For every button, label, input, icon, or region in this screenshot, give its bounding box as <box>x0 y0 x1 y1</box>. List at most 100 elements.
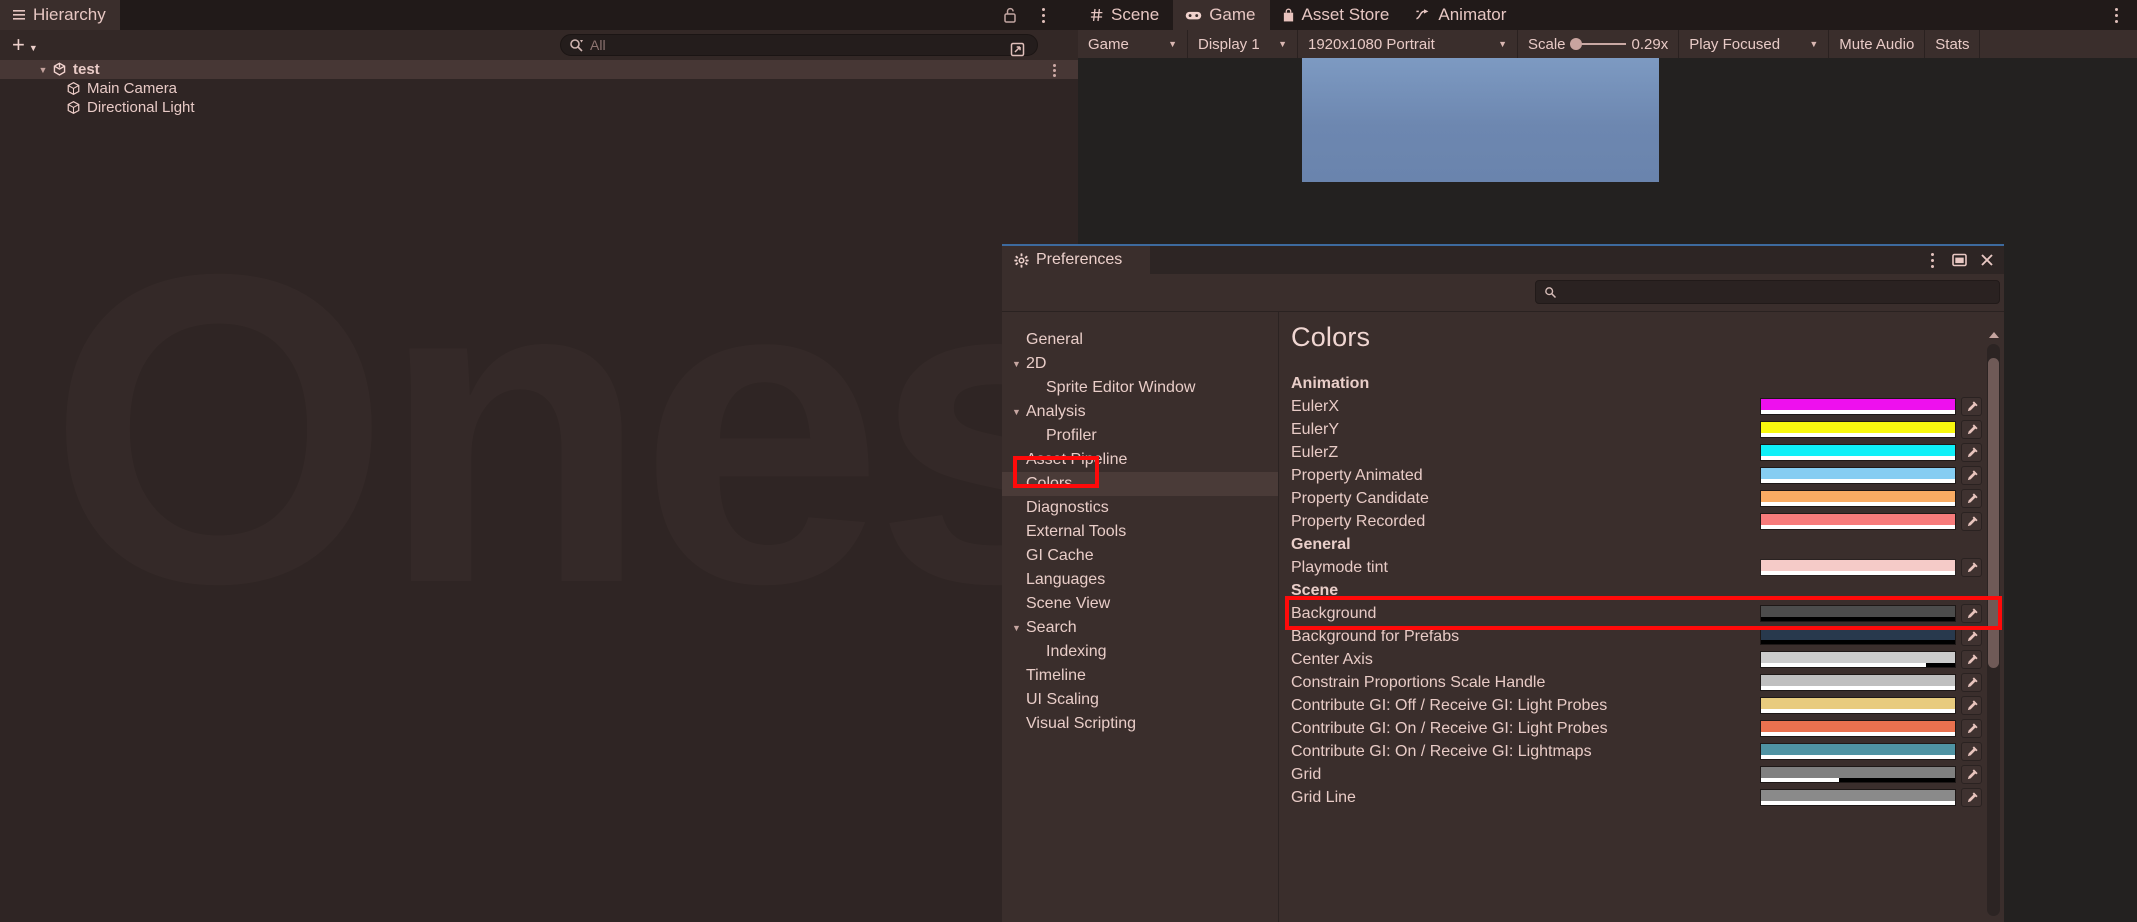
lock-open-icon[interactable] <box>1000 5 1020 25</box>
color-swatch[interactable] <box>1760 766 1956 783</box>
hierarchy-search-input[interactable] <box>590 37 1029 53</box>
preferences-content: Colors Animation EulerX EulerY EulerZ Proper… <box>1279 312 2004 922</box>
color-swatch[interactable] <box>1760 743 1956 760</box>
color-swatch[interactable] <box>1760 559 1956 576</box>
color-swatch[interactable] <box>1760 605 1956 622</box>
mute-audio-button[interactable]: Mute Audio <box>1829 30 1926 58</box>
chevron-down-icon[interactable]: ▼ <box>36 65 50 75</box>
color-swatch[interactable] <box>1760 467 1956 484</box>
eyedropper-icon[interactable] <box>1961 397 1982 416</box>
game-dock-kebab-menu-icon[interactable] <box>2107 3 2125 27</box>
eyedropper-icon[interactable] <box>1961 696 1982 715</box>
color-swatch[interactable] <box>1760 421 1956 438</box>
eyedropper-icon[interactable] <box>1961 788 1982 807</box>
color-swatch[interactable] <box>1760 513 1956 530</box>
tab-game[interactable]: Game <box>1173 0 1270 30</box>
tab-hierarchy[interactable]: Hierarchy <box>0 0 120 30</box>
sidebar-item-gi-cache[interactable]: GI Cache <box>1002 544 1278 568</box>
scale-value: 0.29x <box>1631 35 1669 53</box>
color-swatch[interactable] <box>1760 720 1956 737</box>
scale-slider-knob[interactable] <box>1569 38 1582 50</box>
hierarchy-search-field[interactable] <box>560 34 1038 57</box>
color-group-header: Scene <box>1279 579 2004 602</box>
scale-slider[interactable] <box>1569 38 1626 50</box>
sidebar-item-ui-scaling[interactable]: UI Scaling <box>1002 688 1278 712</box>
color-row-label: Contribute GI: On / Receive GI: Light Pr… <box>1291 719 1608 737</box>
eyedropper-icon[interactable] <box>1961 650 1982 669</box>
chevron-down-icon[interactable]: ▼ <box>1012 623 1026 633</box>
sidebar-item-search[interactable]: ▼ Search <box>1002 616 1278 640</box>
color-swatch-fill <box>1761 606 1955 617</box>
tab-asset-store[interactable]: Asset Store <box>1270 0 1404 30</box>
sidebar-item-visual-scripting[interactable]: Visual Scripting <box>1002 712 1278 736</box>
hierarchy-row-kebab-icon[interactable] <box>1046 62 1062 78</box>
sidebar-item-sprite-editor-window[interactable]: Sprite Editor Window <box>1002 376 1278 400</box>
eyedropper-icon[interactable] <box>1961 443 1982 462</box>
tab-scene[interactable]: Scene <box>1078 0 1173 30</box>
game-target-dropdown[interactable]: Game ▼ <box>1078 30 1188 58</box>
hierarchy-item-test[interactable]: ▼ test <box>0 60 1078 79</box>
scale-control[interactable]: Scale 0.29x <box>1518 30 1680 58</box>
color-swatch-fill <box>1761 744 1955 755</box>
color-swatch[interactable] <box>1760 651 1956 668</box>
resolution-dropdown[interactable]: 1920x1080 Portrait ▼ <box>1298 30 1518 58</box>
sidebar-item-scene-view[interactable]: Scene View <box>1002 592 1278 616</box>
sidebar-item-analysis[interactable]: ▼ Analysis <box>1002 400 1278 424</box>
color-swatch[interactable] <box>1760 398 1956 415</box>
eyedropper-icon[interactable] <box>1961 742 1982 761</box>
preferences-window-buttons <box>1924 246 1996 274</box>
play-mode-dropdown[interactable]: Play Focused ▼ <box>1679 30 1830 58</box>
eyedropper-icon[interactable] <box>1961 420 1982 439</box>
stats-label: Stats <box>1935 35 1970 53</box>
hierarchy-item-label: Main Camera <box>87 80 178 97</box>
color-swatch[interactable] <box>1760 628 1956 645</box>
color-swatch[interactable] <box>1760 674 1956 691</box>
hierarchy-add-button[interactable]: + ▼ <box>6 33 44 57</box>
sidebar-item-external-tools[interactable]: External Tools <box>1002 520 1278 544</box>
sidebar-item-2d[interactable]: ▼ 2D <box>1002 352 1278 376</box>
color-row-label: Grid Line <box>1291 788 1356 806</box>
color-swatch-fill <box>1761 468 1955 479</box>
color-swatch[interactable] <box>1760 697 1956 714</box>
eyedropper-icon[interactable] <box>1961 627 1982 646</box>
hierarchy-item-main-camera[interactable]: Main Camera <box>0 79 1078 98</box>
tab-animator[interactable]: Animator <box>1403 0 1520 30</box>
sidebar-item-asset-pipeline[interactable]: Asset Pipeline <box>1002 448 1278 472</box>
color-swatch[interactable] <box>1760 789 1956 806</box>
tab-asset-store-label: Asset Store <box>1301 5 1390 24</box>
maximize-icon[interactable] <box>1950 251 1968 269</box>
sidebar-item-general[interactable]: General <box>1002 328 1278 352</box>
eyedropper-icon[interactable] <box>1961 512 1982 531</box>
chevron-down-icon[interactable]: ▼ <box>1012 359 1026 369</box>
sidebar-item-colors[interactable]: Colors <box>1002 472 1278 496</box>
color-swatch[interactable] <box>1760 444 1956 461</box>
preferences-search-input[interactable] <box>1564 284 1991 300</box>
scroll-up-arrow-icon[interactable] <box>1989 332 1999 338</box>
scrollbar-thumb[interactable] <box>1988 358 1999 668</box>
scrollbar-track[interactable] <box>1987 344 2000 916</box>
sidebar-item-indexing[interactable]: Indexing <box>1002 640 1278 664</box>
sidebar-item-timeline[interactable]: Timeline <box>1002 664 1278 688</box>
color-swatch[interactable] <box>1760 490 1956 507</box>
eyedropper-icon[interactable] <box>1961 489 1982 508</box>
sidebar-item-languages[interactable]: Languages <box>1002 568 1278 592</box>
display-dropdown[interactable]: Display 1 ▼ <box>1188 30 1298 58</box>
close-icon[interactable] <box>1978 251 1996 269</box>
stats-button[interactable]: Stats <box>1925 30 1981 58</box>
chevron-down-icon[interactable]: ▼ <box>1012 407 1026 417</box>
preferences-tab[interactable]: Preferences <box>1002 246 1151 274</box>
eyedropper-icon[interactable] <box>1961 558 1982 577</box>
sidebar-item-profiler[interactable]: Profiler <box>1002 424 1278 448</box>
eyedropper-icon[interactable] <box>1961 466 1982 485</box>
sidebar-item-diagnostics[interactable]: Diagnostics <box>1002 496 1278 520</box>
colors-scrollbar[interactable] <box>1987 332 2000 916</box>
preferences-search-field[interactable] <box>1535 280 2000 304</box>
preferences-kebab-menu-icon[interactable] <box>1924 250 1940 270</box>
eyedropper-icon[interactable] <box>1961 604 1982 623</box>
expand-search-icon[interactable] <box>1009 41 1029 60</box>
hierarchy-kebab-menu-icon[interactable] <box>1034 3 1052 27</box>
hierarchy-item-directional-light[interactable]: Directional Light <box>0 98 1078 117</box>
eyedropper-icon[interactable] <box>1961 765 1982 784</box>
eyedropper-icon[interactable] <box>1961 673 1982 692</box>
eyedropper-icon[interactable] <box>1961 719 1982 738</box>
